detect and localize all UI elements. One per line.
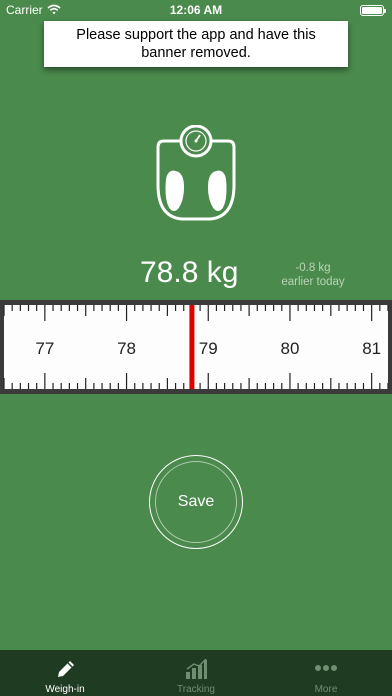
ruler-tick-label: 78 xyxy=(117,339,136,358)
tab-tracking[interactable]: Tracking xyxy=(131,650,261,696)
weight-change-time: earlier today xyxy=(281,276,345,288)
save-button[interactable]: Save xyxy=(149,455,243,549)
banner-text: Please support the app and have this ban… xyxy=(76,27,316,61)
bathroom-scale-icon xyxy=(156,125,236,221)
pencil-icon xyxy=(58,661,74,677)
ruler-tick-label: 80 xyxy=(280,339,299,358)
tab-weigh-in[interactable]: Weigh-in xyxy=(0,650,130,696)
status-bar: Carrier 12:06 AM xyxy=(0,0,392,20)
tab-bar: Weigh-in Tracking More xyxy=(0,650,392,696)
ruler-tick-label: 77 xyxy=(35,339,54,358)
weight-change: -0.8 kg earlier today xyxy=(274,261,352,289)
more-dots-icon xyxy=(315,665,337,671)
tab-more[interactable]: More xyxy=(261,650,391,696)
weight-ruler[interactable]: 77 78 79 80 81 xyxy=(0,300,392,394)
tab-tracking-label: Tracking xyxy=(177,684,215,695)
current-weight: 78.8 kg xyxy=(140,256,239,289)
clock: 12:06 AM xyxy=(169,3,223,17)
ruler-face xyxy=(4,305,388,389)
weight-change-value: -0.8 kg xyxy=(295,262,331,274)
tab-more-label: More xyxy=(314,684,338,695)
ruler-indicator xyxy=(189,305,195,389)
battery-icon xyxy=(360,5,386,16)
tab-weigh-in-label: Weigh-in xyxy=(45,684,85,695)
save-label: Save xyxy=(177,493,215,510)
bar-chart-icon xyxy=(186,658,207,679)
ruler-tick-label: 79 xyxy=(199,339,218,358)
ruler-tick-label: 81 xyxy=(362,339,381,358)
ad-banner[interactable]: Please support the app and have this ban… xyxy=(44,21,348,67)
